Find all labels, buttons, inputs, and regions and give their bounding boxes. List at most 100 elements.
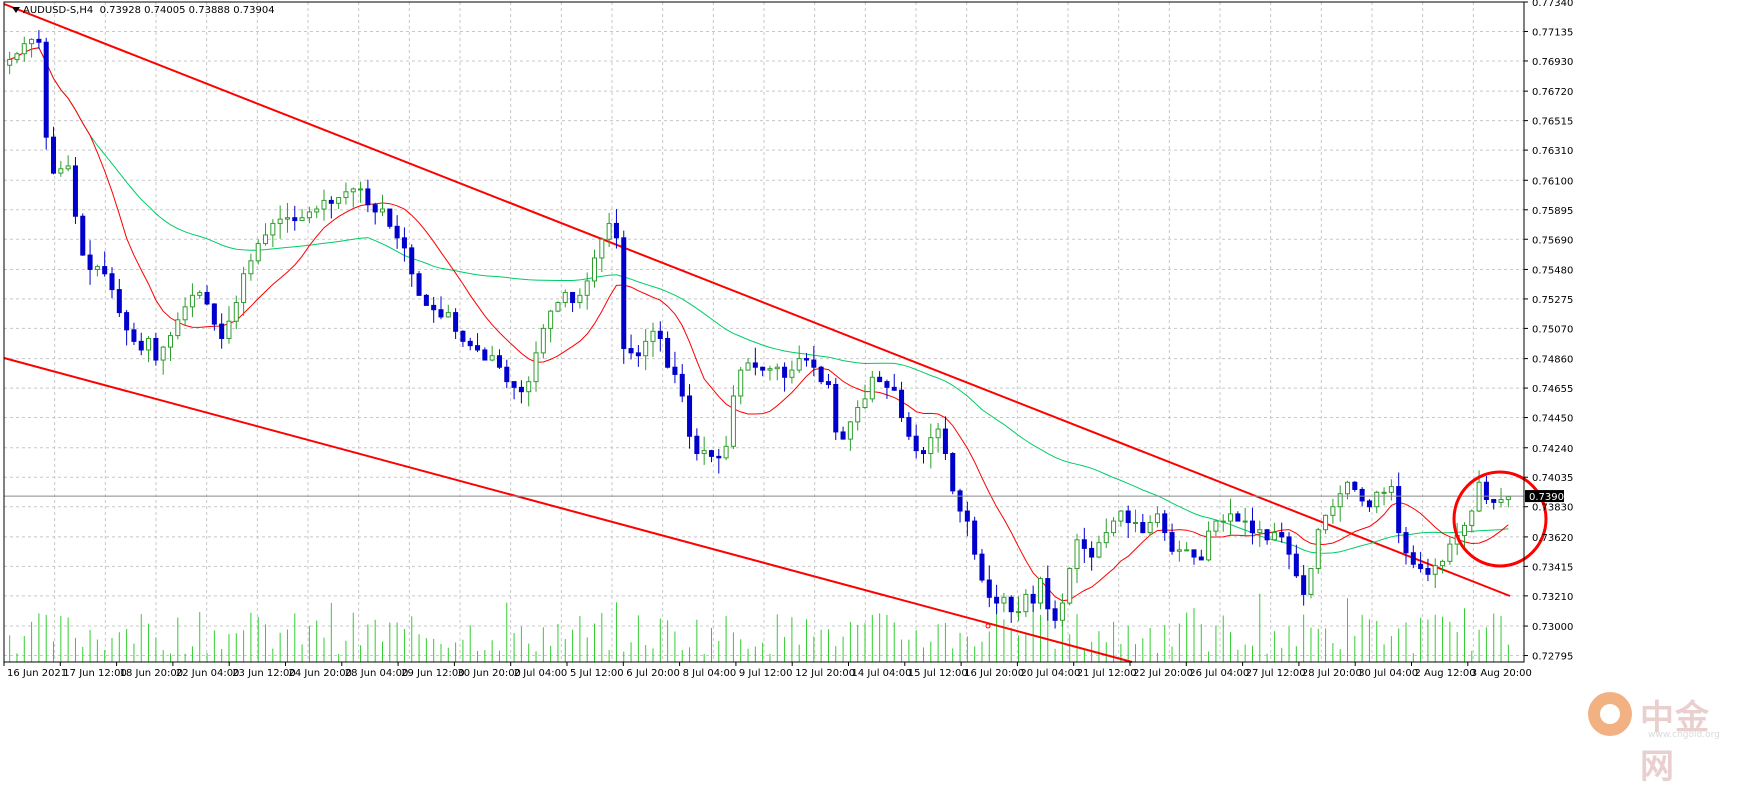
candle-body xyxy=(950,453,956,492)
y-tick-label: 0.75275 xyxy=(1532,295,1573,306)
x-tick-label: 16 Jun 2021 xyxy=(7,668,67,679)
candle-body xyxy=(942,428,948,455)
candle-body xyxy=(14,53,20,61)
candle-body xyxy=(577,294,583,304)
candle-body xyxy=(1037,578,1043,604)
x-tick-label: 2 Aug 12:00 xyxy=(1415,668,1476,679)
candle-body xyxy=(1264,529,1270,541)
candle-body xyxy=(1118,510,1124,522)
x-tick-label: 14 Jul 04:00 xyxy=(852,668,912,679)
candle-body xyxy=(884,381,890,388)
x-tick-label: 16 Jul 20:00 xyxy=(964,668,1024,679)
candle-body xyxy=(1491,499,1497,503)
candle-body xyxy=(80,215,86,256)
current-price-label: 0.73904 xyxy=(1529,492,1570,503)
candle-body xyxy=(1396,486,1402,534)
candle-body xyxy=(1103,532,1109,544)
candle-body xyxy=(189,294,195,308)
candle-body xyxy=(1323,514,1329,531)
candle-body xyxy=(920,450,927,455)
candle-body xyxy=(869,376,875,400)
x-tick-label: 24 Jun 20:00 xyxy=(289,668,353,679)
candle-body xyxy=(679,373,685,397)
candle-body xyxy=(475,345,481,351)
candle-body xyxy=(665,337,671,368)
y-tick-label: 0.76515 xyxy=(1532,117,1573,128)
candle-body xyxy=(51,136,57,174)
price-chart[interactable]: 0.77340 0.77135 0.76930 0.76720 0.76515 0.763… xyxy=(0,0,1741,760)
candle-body xyxy=(1162,513,1168,534)
candle-body xyxy=(292,217,298,222)
candle-body xyxy=(1469,510,1475,526)
x-tick-label: 18 Jun 20:00 xyxy=(120,668,184,679)
y-tick-label: 0.73415 xyxy=(1532,562,1573,573)
candle-body xyxy=(511,381,517,388)
dropdown-arrow-icon[interactable] xyxy=(12,7,20,13)
candle-body xyxy=(1483,481,1489,501)
candle-body xyxy=(657,330,663,339)
x-tick-label: 22 Jul 20:00 xyxy=(1133,668,1193,679)
candle-body xyxy=(182,306,188,321)
candle-body xyxy=(840,431,846,440)
candle-body xyxy=(1301,575,1307,595)
y-tick-label: 0.73830 xyxy=(1532,503,1573,514)
candle-body xyxy=(167,335,174,348)
candle-body xyxy=(540,327,546,354)
y-tick-label: 0.74655 xyxy=(1532,384,1573,395)
candle-body xyxy=(877,376,883,383)
candle-body xyxy=(7,59,13,66)
candle-body xyxy=(138,340,144,351)
x-tick-label: 17 Jun 12:00 xyxy=(63,668,127,679)
candle-body xyxy=(336,197,342,204)
candle-body xyxy=(1030,593,1036,604)
candle-body xyxy=(774,366,780,370)
candle-body xyxy=(899,389,905,419)
candle-body xyxy=(255,243,261,262)
y-tick-label: 0.73620 xyxy=(1532,533,1573,544)
candle-body xyxy=(504,366,510,383)
candle-body xyxy=(833,383,839,433)
candle-body xyxy=(328,199,334,204)
candle-body xyxy=(928,437,934,455)
x-tick-label: 28 Jul 20:00 xyxy=(1302,668,1362,679)
candle-body xyxy=(635,352,641,357)
y-tick-label: 0.72795 xyxy=(1532,652,1573,663)
candle-body xyxy=(716,455,722,459)
candle-body xyxy=(321,199,327,210)
y-tick-label: 0.76720 xyxy=(1532,87,1573,98)
candle-body xyxy=(891,386,897,391)
candle-body xyxy=(1140,522,1146,534)
candle-body xyxy=(562,291,568,304)
candle-body xyxy=(526,381,532,393)
candle-body xyxy=(1228,513,1234,522)
candle-body xyxy=(672,366,678,375)
y-tick-label: 0.76310 xyxy=(1532,146,1573,157)
candle-body xyxy=(738,369,744,397)
candle-body xyxy=(855,406,861,423)
candle-body xyxy=(1388,486,1394,493)
candle-body xyxy=(211,303,217,325)
y-tick-label: 0.75480 xyxy=(1532,265,1573,276)
candle-body xyxy=(1271,532,1277,541)
candle-body xyxy=(299,217,305,222)
x-tick-label: 26 Jul 04:00 xyxy=(1189,668,1249,679)
candle-body xyxy=(964,510,970,522)
candle-body xyxy=(350,188,356,193)
x-tick-label: 8 Jul 04:00 xyxy=(683,668,737,679)
candle-body xyxy=(1242,520,1248,523)
candle-body xyxy=(1111,520,1117,534)
candle-body xyxy=(58,168,64,174)
candle-body xyxy=(1279,532,1285,538)
candle-body xyxy=(226,320,232,339)
candle-body xyxy=(752,362,758,368)
candle-body xyxy=(570,291,576,304)
candle-body xyxy=(445,312,451,318)
candle-body xyxy=(906,417,912,437)
candle-body xyxy=(1052,608,1058,621)
candle-body xyxy=(1257,529,1263,534)
candle-body xyxy=(1374,491,1380,508)
candle-body xyxy=(1381,491,1387,494)
x-tick-label: 30 Jul 04:00 xyxy=(1358,668,1418,679)
candle-body xyxy=(694,435,700,455)
candle-body xyxy=(555,302,561,312)
